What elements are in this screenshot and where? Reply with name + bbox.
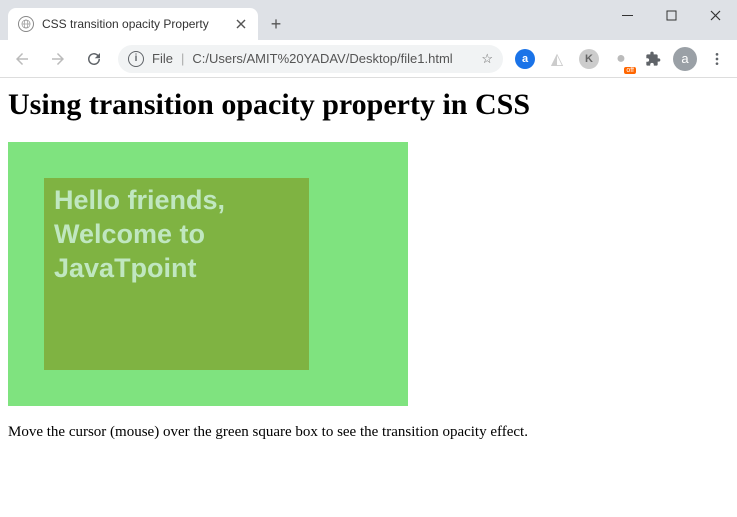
extension-off-icon[interactable]: ●off: [607, 45, 635, 73]
star-icon[interactable]: ☆: [481, 51, 493, 67]
url-prefix: File: [152, 51, 173, 66]
extensions-puzzle-icon[interactable]: [639, 45, 667, 73]
address-bar[interactable]: i File | C:/Users/AMIT%20YADAV/Desktop/f…: [118, 45, 503, 73]
browser-tab[interactable]: CSS transition opacity Property: [8, 8, 258, 40]
tab-title: CSS transition opacity Property: [42, 17, 226, 31]
info-icon[interactable]: i: [128, 51, 144, 67]
outer-green-box[interactable]: Hello friends, Welcome to JavaTpoint: [8, 142, 408, 406]
reload-button[interactable]: [78, 43, 110, 75]
inner-olive-box: Hello friends, Welcome to JavaTpoint: [44, 178, 309, 370]
box-text: Hello friends, Welcome to JavaTpoint: [54, 184, 299, 285]
profile-avatar[interactable]: a: [671, 45, 699, 73]
window-controls: [605, 0, 737, 30]
url-path: C:/Users/AMIT%20YADAV/Desktop/file1.html: [192, 51, 473, 66]
new-tab-button[interactable]: +: [262, 10, 290, 38]
browser-toolbar: i File | C:/Users/AMIT%20YADAV/Desktop/f…: [0, 40, 737, 78]
minimize-button[interactable]: [605, 0, 649, 30]
browser-titlebar: CSS transition opacity Property +: [0, 0, 737, 40]
page-content: Using transition opacity property in CSS…: [0, 78, 737, 451]
close-tab-icon[interactable]: [234, 17, 248, 31]
extension-k-icon[interactable]: K: [575, 45, 603, 73]
maximize-button[interactable]: [649, 0, 693, 30]
close-window-button[interactable]: [693, 0, 737, 30]
extension-triangle-icon[interactable]: ◭: [543, 45, 571, 73]
extension-a-icon[interactable]: a: [511, 45, 539, 73]
forward-button[interactable]: [42, 43, 74, 75]
url-separator: |: [181, 51, 184, 66]
page-heading: Using transition opacity property in CSS: [8, 88, 729, 122]
back-button[interactable]: [6, 43, 38, 75]
instruction-text: Move the cursor (mouse) over the green s…: [8, 424, 729, 441]
globe-icon: [18, 16, 34, 32]
menu-button[interactable]: [703, 45, 731, 73]
